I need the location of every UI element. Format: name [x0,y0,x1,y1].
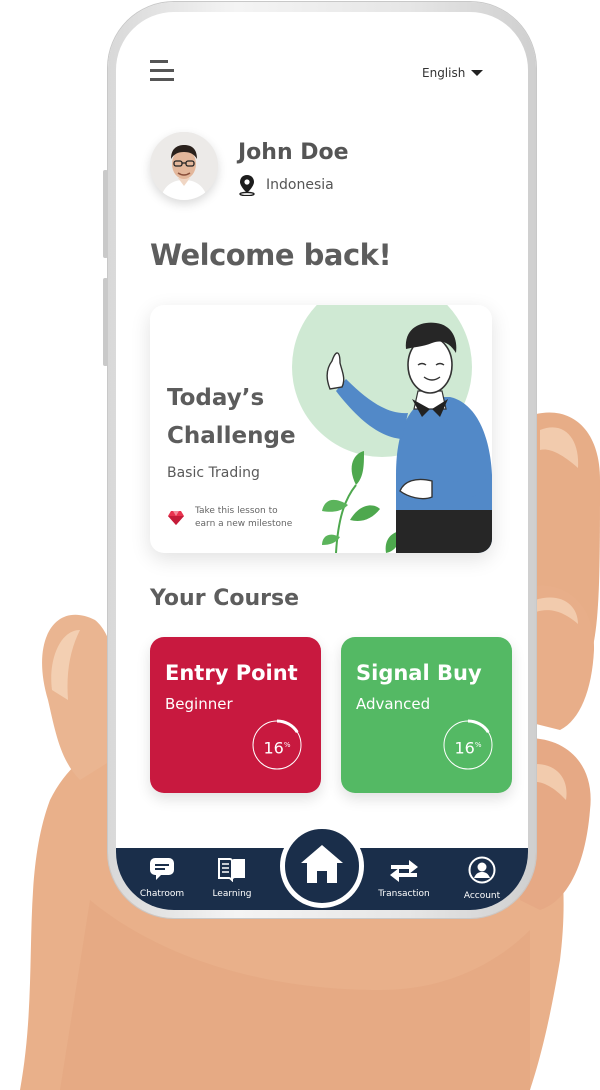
volume-up-button [103,170,108,258]
home-icon [301,845,343,883]
language-label: English [422,66,466,80]
course-level: Beginner [165,695,233,713]
chat-icon [150,858,174,880]
nav-label: Transaction [378,889,430,899]
hamburger-menu-icon[interactable] [150,60,176,86]
progress-value: 16% [251,719,303,771]
welcome-heading: Welcome back! [150,238,392,272]
user-name: John Doe [238,140,349,165]
user-location: Indonesia [238,174,334,196]
course-card-entry-point[interactable]: Entry Point Beginner 16% [150,637,321,793]
nav-label: Chatroom [139,889,185,899]
course-card-signal-buy[interactable]: Signal Buy Advanced 16% [341,637,512,793]
challenge-note: Take this lesson to earn a new milestone [167,505,305,531]
book-icon [218,858,245,883]
progress-unit: % [283,741,291,749]
home-button[interactable] [280,824,364,908]
ruby-gem-icon [168,511,184,525]
phone-screen: English John Doe Indonesia Welcome back! [116,12,528,910]
nav-label: Account [463,891,501,901]
transfer-icon [390,860,418,882]
challenge-note-line1: Take this lesson to [195,506,278,516]
challenge-title-line1: Today’s [167,385,265,411]
nav-item-account[interactable]: Account [452,856,512,901]
progress-number: 16 [263,738,284,758]
nav-item-chatroom[interactable]: Chatroom [132,856,192,899]
your-course-heading: Your Course [150,586,299,611]
avatar[interactable] [150,132,218,200]
progress-ring: 16% [251,719,303,771]
nav-label: Learning [212,889,252,899]
course-title: Entry Point [165,661,298,685]
location-pin-icon [239,175,255,196]
course-title: Signal Buy [356,661,482,685]
challenge-title-line2: Challenge [167,423,296,449]
progress-value: 16% [442,719,494,771]
avatar-photo [150,132,218,200]
challenge-title: Today’s Challenge [167,379,317,455]
account-icon [468,856,496,884]
nav-item-transaction[interactable]: Transaction [374,856,434,899]
course-level: Advanced [356,695,431,713]
challenge-note-line2: earn a new milestone [195,519,293,529]
chevron-down-icon [471,70,484,76]
language-selector[interactable]: English [422,66,484,80]
todays-challenge-card[interactable]: Today’s Challenge Basic Trading Take thi… [150,305,492,553]
progress-unit: % [474,741,482,749]
progress-ring: 16% [442,719,494,771]
location-label: Indonesia [266,177,334,193]
challenge-note-text: Take this lesson to earn a new milestone [195,505,305,531]
challenge-subtitle: Basic Trading [167,465,260,481]
volume-down-button [103,278,108,366]
progress-number: 16 [454,738,475,758]
nav-item-learning[interactable]: Learning [202,856,262,899]
